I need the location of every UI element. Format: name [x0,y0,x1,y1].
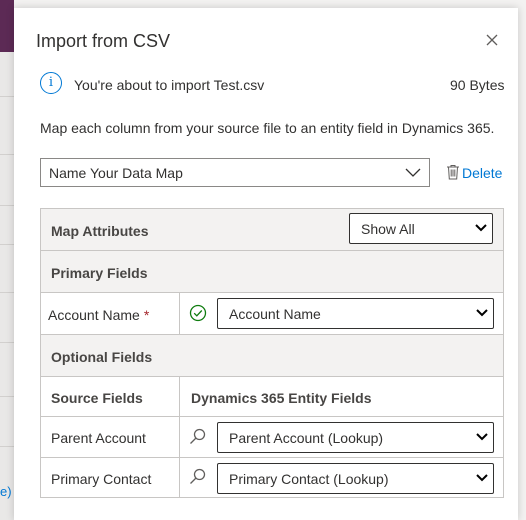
background-divider [0,96,14,97]
search-icon[interactable] [189,428,207,446]
entity-field-value: Primary Contact (Lookup) [229,471,389,487]
column-divider [179,458,180,497]
background-divider [0,205,14,206]
close-icon[interactable] [484,32,500,48]
mapping-table: Map Attributes Show All Primary Fields A… [40,208,504,498]
table-row: Parent Account Parent Account (Lookup) [41,417,503,458]
entity-field-select[interactable]: Parent Account (Lookup) [217,422,494,453]
background-strip [14,0,518,8]
file-size: 90 Bytes [450,77,505,93]
chevron-down-icon [405,168,421,177]
column-header-row: Source Fields Dynamics 365 Entity Fields [41,377,503,417]
background-app-header [0,0,14,52]
info-icon: i [40,72,62,94]
background-divider [0,396,14,397]
entity-field-value: Account Name [229,306,321,322]
entity-fields-header: Dynamics 365 Entity Fields [191,390,372,406]
import-info-text: You're about to import Test.csv [74,77,265,93]
map-attributes-label: Map Attributes [51,223,149,239]
table-row: Primary Contact Primary Contact (Lookup) [41,458,503,497]
column-divider [179,377,180,417]
primary-fields-label: Primary Fields [51,265,148,281]
show-filter-value: Show All [361,221,415,237]
map-attributes-row: Map Attributes Show All [41,209,503,251]
mapping-description: Map each column from your source file to… [40,120,495,136]
show-filter-select[interactable]: Show All [349,213,493,244]
optional-fields-section: Optional Fields [41,335,503,377]
chevron-down-icon [475,224,487,232]
trash-icon [447,165,459,180]
data-map-value: Name Your Data Map [49,165,183,181]
chevron-down-icon [476,474,488,482]
background-divider [0,154,14,155]
entity-field-select[interactable]: Primary Contact (Lookup) [217,463,494,494]
search-icon[interactable] [189,468,207,486]
optional-fields-label: Optional Fields [51,349,153,365]
column-divider [179,417,180,458]
source-field-label: Account Name * [48,307,150,323]
source-fields-header: Source Fields [51,390,143,406]
data-map-select[interactable]: Name Your Data Map [40,158,430,187]
background-divider [0,244,14,245]
background-divider [0,292,14,293]
source-field-label: Parent Account [51,430,146,446]
primary-fields-section: Primary Fields [41,251,503,293]
source-field-label: Primary Contact [51,471,152,487]
chevron-down-icon [476,433,488,441]
background-link[interactable]: e) [0,484,14,499]
table-row: Account Name * Account Name [41,293,503,335]
import-csv-dialog: Import from CSV i You're about to import… [14,8,518,520]
entity-field-value: Parent Account (Lookup) [229,430,384,446]
check-circle-icon [189,304,207,322]
chevron-down-icon [476,309,488,317]
background-divider [0,342,14,343]
entity-field-select[interactable]: Account Name [217,298,494,329]
required-marker: * [143,307,150,323]
dialog-title: Import from CSV [36,31,171,51]
background-divider [0,446,14,447]
column-divider [179,293,180,335]
delete-label: Delete [462,165,503,181]
background-app-panel [0,0,14,520]
